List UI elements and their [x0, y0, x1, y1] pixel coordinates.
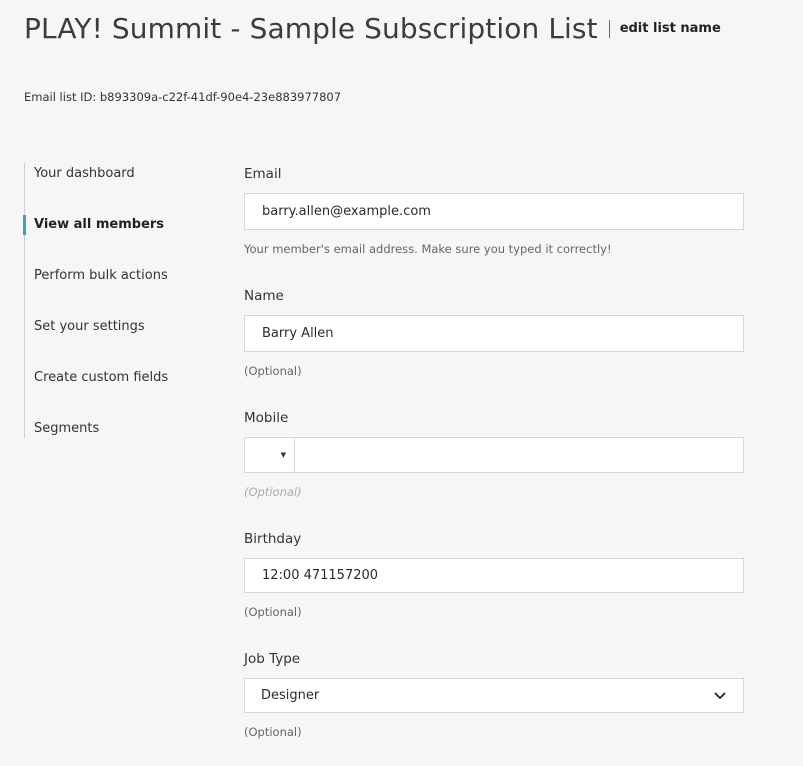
birthday-help-text: (Optional)	[244, 605, 302, 619]
email-label: Email	[244, 166, 282, 182]
mobile-label: Mobile	[244, 410, 289, 426]
email-help-text: Your member's email address. Make sure y…	[244, 242, 612, 256]
sidebar-item-segments[interactable]: Segments	[34, 419, 99, 439]
job-type-select[interactable]: Designer	[244, 678, 744, 713]
sidebar-item-custom-fields[interactable]: Create custom fields	[34, 368, 168, 388]
name-help-text: (Optional)	[244, 364, 302, 378]
email-field[interactable]	[244, 193, 744, 230]
page: PLAY! Summit - Sample Subscription List …	[0, 0, 803, 766]
active-nav-indicator	[23, 215, 26, 235]
country-code-select[interactable]: ▼	[245, 438, 295, 472]
page-title: PLAY! Summit - Sample Subscription List	[24, 12, 598, 45]
title-divider	[608, 19, 610, 38]
job-type-selected-value: Designer	[261, 688, 320, 703]
mobile-help-text: (Optional)	[244, 485, 302, 499]
caret-down-icon: ▼	[280, 451, 286, 459]
sidebar-item-view-all-members[interactable]: View all members	[34, 215, 164, 235]
job-type-label: Job Type	[244, 651, 301, 667]
mobile-number-input[interactable]	[295, 438, 743, 472]
birthday-label: Birthday	[244, 531, 302, 547]
sidebar-item-bulk-actions[interactable]: Perform bulk actions	[34, 266, 168, 286]
mobile-field-group: ▼	[244, 437, 744, 473]
name-label: Name	[244, 288, 284, 304]
birthday-field[interactable]	[244, 558, 744, 593]
sidebar-nav: Your dashboard View all members Perform …	[23, 163, 214, 439]
chevron-down-icon	[714, 692, 726, 699]
sidebar-item-dashboard[interactable]: Your dashboard	[34, 164, 135, 184]
job-type-help-text: (Optional)	[244, 725, 302, 739]
edit-list-name-link[interactable]: edit list name	[620, 21, 721, 36]
sidebar-item-settings[interactable]: Set your settings	[34, 317, 145, 337]
name-field[interactable]	[244, 315, 744, 352]
page-header: PLAY! Summit - Sample Subscription List …	[24, 12, 721, 45]
email-list-id: Email list ID: b893309a-c22f-41df-90e4-2…	[24, 90, 342, 104]
